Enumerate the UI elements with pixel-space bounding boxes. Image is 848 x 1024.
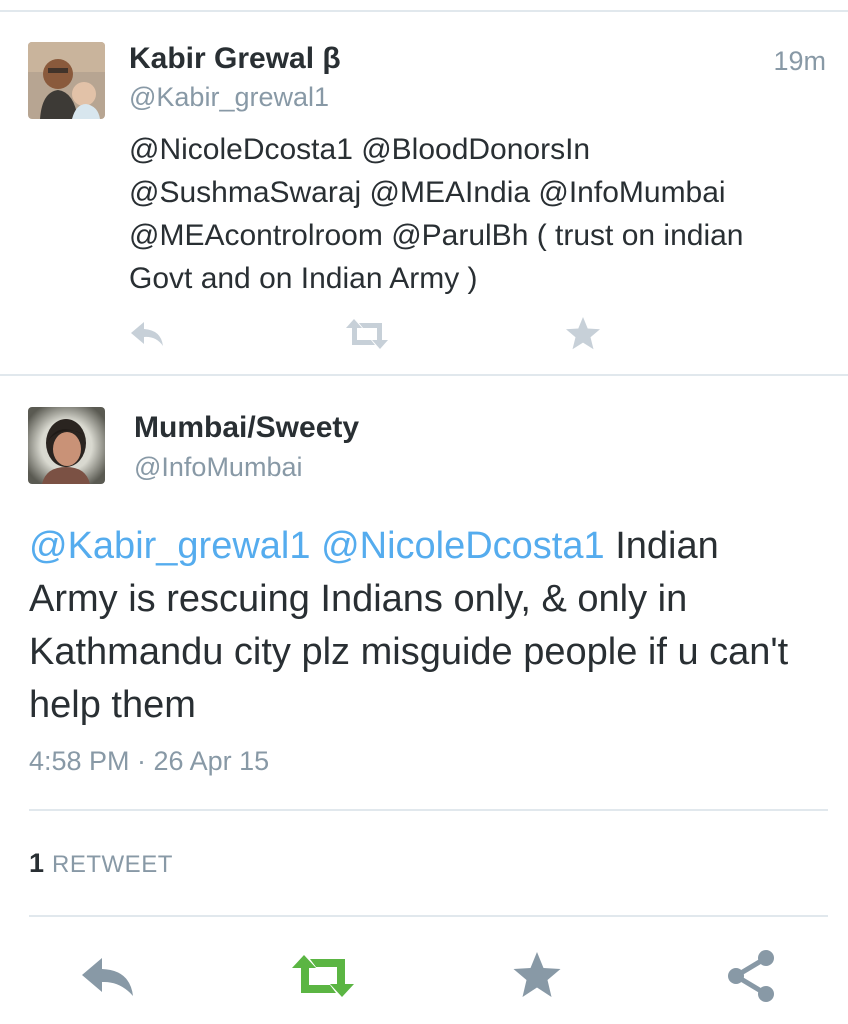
tweet-text-line: @Kabir_grewal1 @NicoleDcosta1 Indian	[29, 520, 839, 573]
tweet-time: 19m	[773, 46, 826, 76]
reply-button[interactable]	[128, 314, 168, 354]
tweet-text-line: help them	[29, 684, 196, 726]
retweet-icon	[346, 319, 388, 349]
tweet-text-line: @MEAcontrolroom @ParulBh ( trust on indi…	[129, 219, 744, 252]
tweet-text: @NicoleDcosta1 @BloodDonorsIn @SushmaSwa…	[129, 128, 829, 300]
favorite-icon	[566, 317, 600, 350]
avatar[interactable]	[28, 407, 105, 484]
display-name[interactable]: Kabir Grewal β	[129, 42, 341, 76]
retweet-button[interactable]	[290, 948, 356, 1004]
favorite-button[interactable]	[507, 948, 567, 1004]
tweet-text-line: Kathmandu city plz misguide people if u …	[29, 631, 789, 673]
retweet-button[interactable]	[344, 314, 390, 354]
retweet-stats[interactable]: 1 RETWEET	[29, 848, 173, 879]
display-name[interactable]: Mumbai/Sweety	[134, 411, 359, 445]
username[interactable]: @Kabir_grewal1	[129, 82, 329, 113]
share-icon	[728, 950, 774, 1002]
top-divider	[0, 10, 848, 12]
tweet-text-line: @SushmaSwaraj @MEAIndia @InfoMumbai	[129, 176, 726, 209]
mention-link[interactable]: @Kabir_grewal1	[29, 525, 311, 567]
tweet-text-line: Army is rescuing Indians only, & only in	[29, 578, 688, 620]
favorite-button[interactable]	[563, 314, 603, 354]
retweet-label: RETWEET	[52, 851, 173, 878]
reply-icon	[131, 322, 163, 346]
avatar[interactable]	[28, 42, 105, 119]
share-button[interactable]	[722, 948, 782, 1004]
kabir-avatar-image	[28, 42, 105, 119]
mention-link[interactable]: @NicoleDcosta1	[321, 525, 605, 567]
retweet-icon	[292, 955, 354, 997]
retweet-count: 1	[29, 848, 45, 878]
sweety-avatar-image	[28, 407, 105, 484]
reply-button[interactable]	[78, 948, 138, 1004]
tweet-text-fragment: Indian	[604, 525, 719, 567]
tweet-text: @Kabir_grewal1 @NicoleDcosta1 Indian Arm…	[29, 520, 839, 732]
tweet-divider	[0, 374, 848, 376]
tweet-text-line: @NicoleDcosta1 @BloodDonorsIn	[129, 133, 591, 166]
favorite-icon	[513, 952, 561, 997]
divider	[29, 915, 828, 917]
tweet-timestamp: 4:58 PM · 26 Apr 15	[29, 746, 270, 776]
username[interactable]: @InfoMumbai	[134, 452, 302, 483]
divider	[29, 809, 828, 811]
reply-icon	[82, 958, 133, 996]
tweet-text-line: Govt and on Indian Army )	[129, 262, 478, 295]
